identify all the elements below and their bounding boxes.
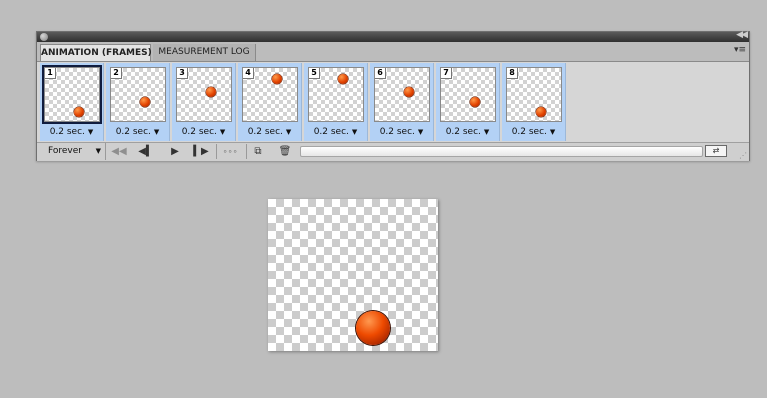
frames-scrollbar[interactable]: [300, 146, 703, 157]
ball-thumbnail: [74, 107, 84, 117]
ball-thumbnail: [338, 74, 348, 84]
frame-delay[interactable]: 0.2 sec. ▼: [304, 125, 367, 139]
control-separator: [216, 144, 217, 159]
dropdown-arrow-icon: ▼: [483, 128, 490, 136]
ball-thumbnail: [140, 97, 150, 107]
frame-2[interactable]: 2 0.2 sec. ▼: [106, 63, 170, 141]
frame-delay[interactable]: 0.2 sec. ▼: [436, 125, 499, 139]
frame-thumbnail[interactable]: 3: [176, 67, 232, 122]
panel-titlebar[interactable]: ◀◀: [37, 30, 749, 42]
dropdown-arrow-icon: ▼: [87, 128, 94, 136]
panel-menu-icon[interactable]: ▾≡: [734, 45, 746, 55]
frame-thumbnail[interactable]: 6: [374, 67, 430, 122]
dropdown-arrow-icon: ▼: [219, 128, 226, 136]
ball-thumbnail: [404, 87, 414, 97]
document-canvas[interactable]: [268, 199, 438, 351]
frame-thumbnail[interactable]: 5: [308, 67, 364, 122]
dropdown-arrow-icon: ▼: [153, 128, 160, 136]
frame-thumbnail[interactable]: 7: [440, 67, 496, 122]
frame-number: 1: [45, 68, 56, 79]
playback-controls: Forever ▼ ◀◀ ◀▍ ▶ ▍▶ ∘∘∘ ⧉ 🗑 ⇄ ⋰: [37, 142, 749, 161]
frame-delay-label: 0.2 sec.: [247, 127, 283, 137]
ball-thumbnail: [536, 107, 546, 117]
frame-delay[interactable]: 0.2 sec. ▼: [106, 125, 169, 139]
frame-delay[interactable]: 0.2 sec. ▼: [502, 125, 565, 139]
frame-thumbnail[interactable]: 4: [242, 67, 298, 122]
ball-thumbnail: [206, 87, 216, 97]
ball-layer[interactable]: [356, 311, 390, 345]
frame-3[interactable]: 3 0.2 sec. ▼: [172, 63, 236, 141]
convert-to-timeline-icon[interactable]: ⇄: [705, 145, 727, 157]
frame-number: 6: [375, 68, 386, 79]
dropdown-arrow-icon: ▼: [417, 128, 424, 136]
loop-option-label: Forever: [48, 146, 82, 156]
frame-delay[interactable]: 0.2 sec. ▼: [238, 125, 301, 139]
frame-5[interactable]: 5 0.2 sec. ▼: [304, 63, 368, 141]
dropdown-arrow-icon: ▼: [351, 128, 358, 136]
frame-number: 8: [507, 68, 518, 79]
resize-grip-icon[interactable]: ⋰: [739, 151, 747, 160]
frame-7[interactable]: 7 0.2 sec. ▼: [436, 63, 500, 141]
frame-delay-label: 0.2 sec.: [313, 127, 349, 137]
frame-delay-label: 0.2 sec.: [445, 127, 481, 137]
frame-delay[interactable]: 0.2 sec. ▼: [172, 125, 235, 139]
next-frame-icon[interactable]: ▍▶: [191, 144, 211, 159]
frame-number: 7: [441, 68, 452, 79]
frame-thumbnail[interactable]: 1: [42, 65, 102, 124]
frame-6[interactable]: 6 0.2 sec. ▼: [370, 63, 434, 141]
close-icon[interactable]: [40, 33, 48, 41]
frame-delay-label: 0.2 sec.: [115, 127, 151, 137]
frame-delay-label: 0.2 sec.: [379, 127, 415, 137]
frame-8[interactable]: 8 0.2 sec. ▼: [502, 63, 566, 141]
frame-thumbnail[interactable]: 8: [506, 67, 562, 122]
tab-bar: ANIMATION (FRAMES) MEASUREMENT LOG ▾≡: [37, 42, 749, 62]
tab-animation-frames[interactable]: ANIMATION (FRAMES): [40, 44, 152, 61]
previous-frame-icon[interactable]: ◀▍: [136, 144, 156, 159]
frame-delay-label: 0.2 sec.: [511, 127, 547, 137]
dropdown-arrow-icon: ▼: [549, 128, 556, 136]
frame-4[interactable]: 4 0.2 sec. ▼: [238, 63, 302, 141]
dropdown-arrow-icon: ▼: [285, 128, 292, 136]
trash-icon[interactable]: 🗑: [277, 144, 293, 159]
control-separator: [246, 144, 247, 159]
ball-thumbnail: [272, 74, 282, 84]
tab-measurement-log[interactable]: MEASUREMENT LOG: [153, 44, 256, 61]
duplicate-frame-icon[interactable]: ⧉: [250, 144, 266, 159]
frame-delay-label: 0.2 sec.: [181, 127, 217, 137]
ball-thumbnail: [470, 97, 480, 107]
tween-icon[interactable]: ∘∘∘: [219, 144, 241, 159]
frame-delay[interactable]: 0.2 sec. ▼: [40, 125, 103, 139]
play-icon[interactable]: ▶: [167, 144, 183, 159]
animation-panel: ◀◀ ANIMATION (FRAMES) MEASUREMENT LOG ▾≡…: [36, 30, 750, 161]
frame-1[interactable]: 1 0.2 sec. ▼: [40, 63, 104, 141]
collapse-icon[interactable]: ◀◀: [736, 30, 748, 40]
frame-number: 3: [177, 68, 188, 79]
frame-number: 4: [243, 68, 254, 79]
loop-options-select[interactable]: Forever ▼: [40, 143, 106, 160]
frame-delay-label: 0.2 sec.: [49, 127, 85, 137]
frame-delay[interactable]: 0.2 sec. ▼: [370, 125, 433, 139]
frame-number: 2: [111, 68, 122, 79]
dropdown-arrow-icon: ▼: [95, 147, 101, 155]
rewind-first-frame-icon[interactable]: ◀◀: [109, 144, 129, 159]
frame-thumbnail[interactable]: 2: [110, 67, 166, 122]
frame-number: 5: [309, 68, 320, 79]
